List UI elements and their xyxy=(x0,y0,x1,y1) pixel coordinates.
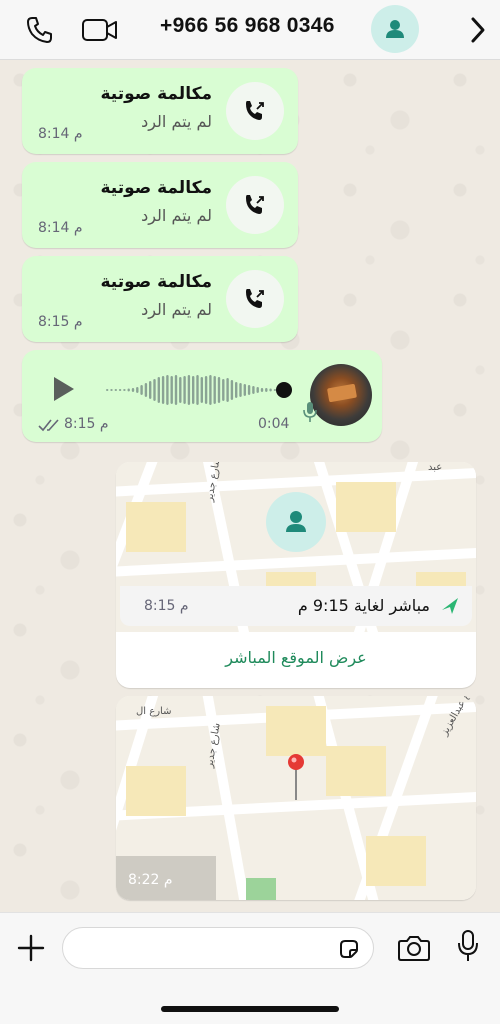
waveform-bar xyxy=(114,389,117,391)
call-message[interactable]: مكالمة صوتية لم يتم الرد 8:15 م xyxy=(22,256,298,342)
chat-header: +966 56 968 0346 xyxy=(0,0,500,60)
double-check-icon xyxy=(38,419,59,432)
waveform-bar xyxy=(265,388,268,392)
message-time: 8:14 م xyxy=(38,220,83,236)
waveform-bar xyxy=(200,377,203,403)
contact-avatar[interactable] xyxy=(371,5,419,53)
message-time: 8:15 م xyxy=(144,598,189,614)
call-message[interactable]: مكالمة صوتية لم يتم الرد 8:14 م xyxy=(22,162,298,248)
waveform-bar xyxy=(196,375,199,405)
play-icon[interactable] xyxy=(52,376,76,402)
waveform-bar xyxy=(127,388,130,392)
waveform-bar xyxy=(106,389,109,391)
message-input[interactable] xyxy=(79,936,329,960)
contact-phone-number[interactable]: +966 56 968 0346 xyxy=(160,14,360,38)
waveform-bar xyxy=(140,385,143,395)
waveform-bar xyxy=(174,375,178,405)
waveform-bar xyxy=(166,375,169,405)
live-location-status: مباشر لغاية 9:15 م xyxy=(297,596,430,615)
waveform-bar xyxy=(192,376,195,404)
waveform-bar xyxy=(260,388,264,392)
microphone-icon[interactable] xyxy=(457,929,479,963)
waveform-bar xyxy=(110,389,113,391)
outgoing-call-icon xyxy=(246,101,264,120)
waveform-bar xyxy=(161,376,165,404)
call-icon-circle xyxy=(226,270,284,328)
message-time: 8:15 م xyxy=(38,314,83,330)
location-map[interactable]: شارع عبدالعزيز شارع جدير شارع ال xyxy=(116,696,476,900)
waveform-bar xyxy=(179,377,182,403)
message-time: 8:22 م xyxy=(128,872,173,888)
message-text-field[interactable] xyxy=(62,927,374,969)
camera-icon[interactable] xyxy=(397,933,431,963)
call-status: لم يتم الرد xyxy=(141,300,212,319)
call-icon-circle xyxy=(226,82,284,140)
voice-duration: 0:04 xyxy=(258,416,290,432)
waveform-bar xyxy=(269,388,272,392)
call-title: مكالمة صوتية xyxy=(100,178,212,198)
waveform-bar xyxy=(149,381,152,399)
waveform-bar xyxy=(247,385,251,395)
voice-message[interactable]: 0:04 8:15 م xyxy=(22,350,382,442)
video-icon[interactable] xyxy=(80,14,120,46)
waveform-bar xyxy=(187,375,191,405)
voice-waveform[interactable] xyxy=(102,370,292,410)
waveform-bar xyxy=(118,389,122,391)
message-time: 8:14 م xyxy=(38,126,83,142)
waveform-bar xyxy=(213,376,216,404)
call-title: مكالمة صوتية xyxy=(100,272,212,292)
outgoing-call-icon xyxy=(246,195,264,214)
waveform-bar xyxy=(170,376,173,404)
waveform-bar xyxy=(235,382,238,398)
street-label: شارع ال xyxy=(136,706,171,717)
waveform-bar xyxy=(239,383,242,397)
message-time: 8:15 م xyxy=(64,416,109,432)
chevron-right-icon[interactable] xyxy=(468,16,488,44)
waveform-bar xyxy=(157,377,160,403)
plus-icon[interactable] xyxy=(16,933,46,963)
view-live-location-button[interactable]: عرض الموقع المباشر xyxy=(116,648,476,667)
avatar-photo-detail xyxy=(326,383,358,403)
person-icon xyxy=(386,20,404,38)
sender-avatar xyxy=(310,364,372,426)
waveform-bar xyxy=(209,375,212,405)
call-title: مكالمة صوتية xyxy=(100,84,212,104)
call-icon-circle xyxy=(226,176,284,234)
waveform-bar xyxy=(136,387,139,393)
call-status: لم يتم الرد xyxy=(141,206,212,225)
waveform-bar xyxy=(252,386,255,394)
chat-area[interactable]: مكالمة صوتية لم يتم الرد 8:14 م مكالمة ص… xyxy=(0,60,500,912)
call-message[interactable]: مكالمة صوتية لم يتم الرد 8:14 م xyxy=(22,68,298,154)
waveform-bar xyxy=(123,389,126,391)
waveform-bar xyxy=(183,376,186,404)
microphone-icon xyxy=(303,402,317,422)
home-indicator[interactable] xyxy=(161,1006,339,1012)
live-location-message[interactable]: شارع جدير عبد مباشر لغاية 9:15 م 8:15 م … xyxy=(116,462,476,688)
street-label: عبد xyxy=(428,462,442,473)
waveform-bar xyxy=(131,388,135,392)
live-location-status-bar: مباشر لغاية 9:15 م 8:15 م xyxy=(120,586,472,626)
waveform-bar xyxy=(256,387,259,393)
sticker-icon[interactable] xyxy=(337,937,361,961)
waveform-bar xyxy=(230,380,234,400)
voice-progress-dot[interactable] xyxy=(276,382,292,398)
call-status: لم يتم الرد xyxy=(141,112,212,131)
live-location-icon xyxy=(442,598,458,614)
location-message[interactable]: شارع عبدالعزيز شارع جدير شارع ال 8:22 م xyxy=(116,696,476,900)
outgoing-call-icon xyxy=(246,289,264,308)
waveform-bar xyxy=(204,376,208,404)
waveform-bar xyxy=(243,384,246,396)
waveform-bar xyxy=(222,379,225,401)
waveform-bar xyxy=(153,379,156,401)
waveform-bar xyxy=(226,378,229,402)
waveform-bar xyxy=(144,383,148,397)
waveform-bar xyxy=(217,377,221,403)
phone-icon[interactable] xyxy=(24,14,56,46)
